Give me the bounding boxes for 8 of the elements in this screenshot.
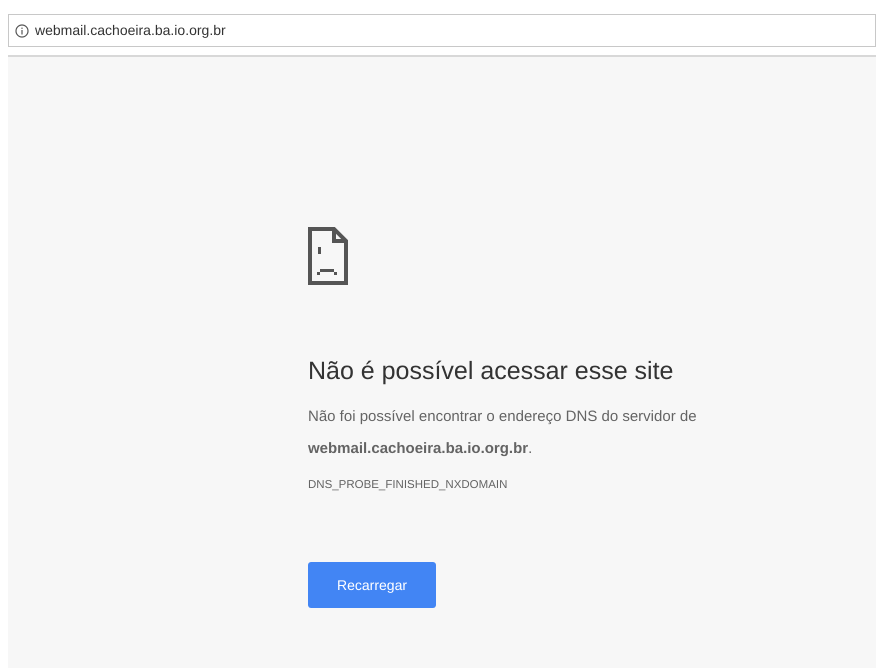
error-title: Não é possível acessar esse site	[308, 356, 674, 387]
error-message: Não foi possível encontrar o endereço DNS do servidor de webmail.cachoeira.ba.io.org.br.	[308, 407, 698, 459]
info-icon[interactable]	[15, 24, 29, 38]
reload-button[interactable]: Recarregar	[308, 562, 436, 608]
error-code: DNS_PROBE_FINISHED_NXDOMAIN	[308, 478, 508, 493]
url-text: webmail.cachoeira.ba.io.org.br	[35, 21, 226, 40]
sad-document-icon	[308, 227, 348, 285]
address-bar[interactable]: webmail.cachoeira.ba.io.org.br	[8, 14, 876, 47]
